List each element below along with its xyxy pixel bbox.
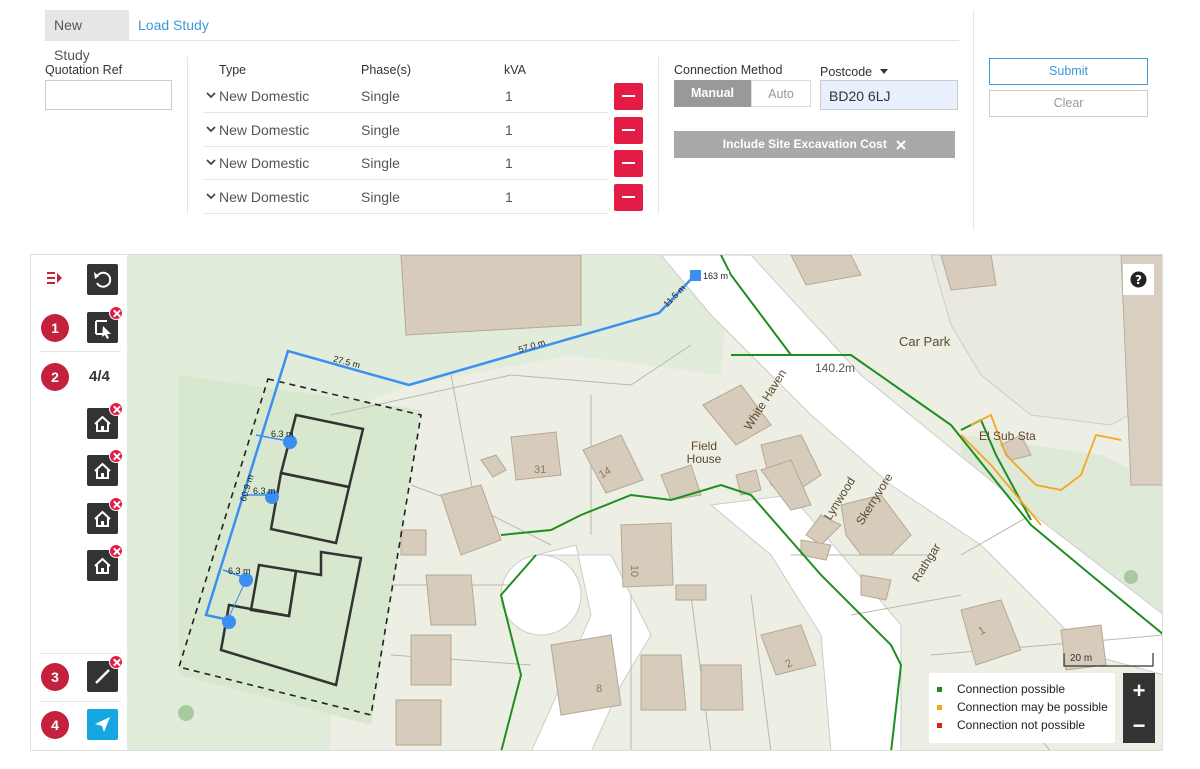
step-badge: 3	[41, 663, 69, 691]
chevron-down-icon[interactable]	[205, 190, 217, 202]
legend-label: Connection may be possible	[957, 700, 1108, 714]
row-kva: 1	[505, 122, 513, 138]
plot-button[interactable]	[87, 544, 123, 581]
remove-icon[interactable]	[109, 402, 123, 416]
map-label-car-park: Car Park	[899, 334, 951, 349]
divider	[39, 701, 121, 702]
step-badge: 2	[41, 363, 69, 391]
submit-button[interactable]: Submit	[989, 58, 1148, 85]
remove-icon[interactable]	[109, 306, 123, 320]
plot-button[interactable]	[87, 449, 123, 486]
row-type[interactable]: New Domestic	[219, 155, 309, 171]
plot-button[interactable]	[87, 402, 123, 439]
divider	[39, 351, 121, 352]
legend-swatch	[937, 705, 942, 710]
send-icon	[95, 717, 110, 732]
legend-label: Connection not possible	[957, 718, 1086, 732]
remove-icon[interactable]	[109, 497, 123, 511]
question-icon: ?	[1130, 271, 1147, 288]
postcode-label: Postcode	[820, 65, 873, 79]
remove-icon[interactable]	[109, 449, 123, 463]
include-excavation-label: Include Site Excavation Cost	[722, 137, 887, 151]
connection-method-label: Connection Method	[674, 63, 783, 77]
row-kva: 1	[505, 189, 513, 205]
map-legend: Connection possible Connection may be po…	[929, 673, 1115, 743]
scale-bar-label: 20 m	[1070, 653, 1093, 664]
remove-row-button[interactable]	[614, 117, 643, 144]
remove-icon[interactable]	[109, 655, 123, 669]
svg-text:?: ?	[1135, 273, 1142, 287]
map-label-field-house: Field House	[686, 439, 722, 466]
map-sidebar: 1 2 4/4 3 4	[31, 255, 127, 750]
row-phase: Single	[361, 122, 400, 138]
undo-icon	[94, 271, 112, 288]
row-type[interactable]: New Domestic	[219, 189, 309, 205]
divider	[973, 10, 974, 230]
postcode-selector[interactable]: Postcode	[820, 63, 888, 81]
chevron-down-icon[interactable]	[205, 156, 217, 168]
chevron-down-icon[interactable]	[205, 123, 217, 135]
table-row: New Domestic Single 1	[203, 114, 608, 147]
divider	[658, 57, 659, 214]
row-phase: Single	[361, 189, 400, 205]
row-kva: 1	[505, 155, 513, 171]
undo-button[interactable]	[87, 264, 118, 295]
help-button[interactable]: ?	[1123, 264, 1154, 295]
row-phase: Single	[361, 88, 400, 104]
step-badge: 4	[41, 711, 69, 739]
auto-toggle[interactable]: Auto	[751, 80, 811, 107]
zoom-control: + −	[1123, 673, 1155, 743]
divider	[39, 653, 121, 654]
tab-load-study[interactable]: Load Study	[129, 10, 218, 40]
quotation-ref-label: Quotation Ref	[45, 63, 123, 77]
row-phase: Single	[361, 155, 400, 171]
remove-icon[interactable]	[109, 544, 123, 558]
table-row: New Domestic Single 1	[203, 147, 608, 180]
measurement-label: 163 m	[702, 271, 730, 281]
step-badge: 1	[41, 314, 69, 342]
postcode-input[interactable]: BD20 6LJ	[820, 80, 958, 110]
legend-swatch	[937, 687, 942, 692]
map-panel[interactable]: Car Park 140.2m El Sub Sta Field House W…	[30, 254, 1163, 751]
draw-boundary-button[interactable]	[87, 306, 123, 343]
zoom-in-button[interactable]: +	[1123, 673, 1155, 708]
map-label-elevation: 140.2m	[815, 361, 856, 375]
legend-label: Connection possible	[957, 682, 1066, 696]
zoom-out-button[interactable]: −	[1123, 708, 1155, 743]
row-type[interactable]: New Domestic	[219, 122, 309, 138]
remove-row-button[interactable]	[614, 184, 643, 211]
close-icon	[896, 140, 906, 150]
quotation-ref-input[interactable]	[45, 80, 172, 110]
map-label-house-number: 31	[534, 464, 547, 476]
table-row: New Domestic Single 1	[203, 181, 608, 214]
caret-down-icon	[879, 68, 888, 74]
send-button[interactable]	[87, 709, 118, 740]
map-label-house-number: 10	[628, 564, 641, 578]
phase-header: Phase(s)	[361, 63, 412, 77]
draw-route-button[interactable]	[87, 655, 123, 692]
clear-button[interactable]: Clear	[989, 90, 1148, 117]
kva-header: kVA	[504, 63, 526, 77]
remove-row-button[interactable]	[614, 83, 643, 110]
type-header: Type	[219, 63, 247, 77]
plot-button[interactable]	[87, 497, 123, 534]
divider	[187, 57, 188, 214]
legend-swatch	[937, 723, 942, 728]
plot-count: 4/4	[89, 368, 110, 385]
remove-row-button[interactable]	[614, 150, 643, 177]
include-excavation-button[interactable]: Include Site Excavation Cost	[674, 131, 955, 158]
map-label-substation: El Sub Sta	[979, 429, 1036, 443]
collapse-panel-icon[interactable]	[46, 270, 64, 286]
manual-toggle[interactable]: Manual	[674, 80, 751, 107]
chevron-down-icon[interactable]	[205, 89, 217, 101]
table-row: New Domestic Single 1	[203, 80, 608, 113]
measurement-label: 6.3 m	[271, 429, 294, 439]
measurement-label: 6.3 m	[228, 566, 251, 576]
row-kva: 1	[505, 88, 513, 104]
map-label-house-number: 8	[596, 683, 603, 695]
tab-new-study[interactable]: New Study	[45, 10, 129, 63]
measurement-label: 6.3 m	[253, 486, 276, 496]
row-type[interactable]: New Domestic	[219, 88, 309, 104]
study-tabs: New Study Load Study	[45, 10, 959, 63]
